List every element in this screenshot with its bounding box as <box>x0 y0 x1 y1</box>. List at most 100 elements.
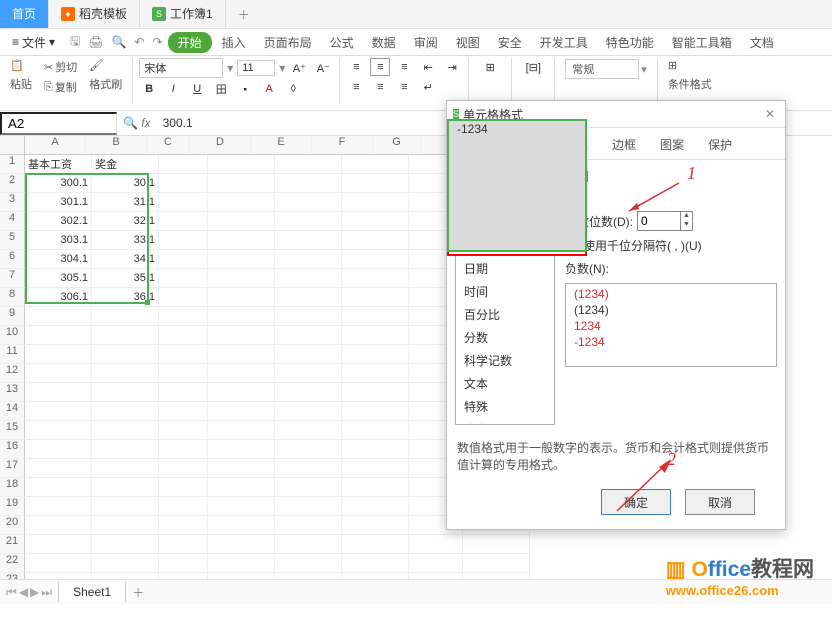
cell[interactable] <box>342 364 409 383</box>
cell[interactable] <box>342 231 409 250</box>
cell[interactable] <box>25 307 92 326</box>
cell[interactable] <box>275 326 342 345</box>
cell[interactable] <box>92 440 159 459</box>
cell[interactable] <box>463 535 530 554</box>
border-button[interactable]: 田 <box>211 80 231 98</box>
cell[interactable] <box>275 383 342 402</box>
ok-button[interactable]: 确定 <box>601 489 671 515</box>
cell[interactable] <box>208 269 275 288</box>
cancel-button[interactable]: 取消 <box>685 489 755 515</box>
autowrap-button[interactable]: [⊟] <box>518 58 548 76</box>
cell[interactable] <box>275 269 342 288</box>
number-format-select[interactable]: 常规 <box>565 59 639 79</box>
new-sheet-button[interactable]: ＋ <box>126 582 150 603</box>
sheet-nav-first-icon[interactable]: ⏮ <box>6 585 17 600</box>
cell[interactable]: 304.1 <box>25 250 92 269</box>
cell[interactable] <box>208 535 275 554</box>
sheet-tab-1[interactable]: Sheet1 <box>58 582 126 602</box>
tab-templates[interactable]: ♦稻壳模板 <box>49 0 140 28</box>
cell[interactable] <box>275 459 342 478</box>
cell[interactable] <box>275 535 342 554</box>
cell[interactable] <box>208 497 275 516</box>
row-header[interactable]: 13 <box>0 383 25 402</box>
cell[interactable] <box>208 231 275 250</box>
cell[interactable] <box>159 402 208 421</box>
cell[interactable] <box>342 326 409 345</box>
row-header[interactable]: 22 <box>0 554 25 573</box>
cell[interactable] <box>159 326 208 345</box>
menu-dev[interactable]: 开发工具 <box>532 32 596 53</box>
cell[interactable] <box>275 440 342 459</box>
cell[interactable]: 306.1 <box>25 288 92 307</box>
col-header[interactable]: C <box>147 136 190 155</box>
cell[interactable] <box>342 440 409 459</box>
cell[interactable] <box>159 516 208 535</box>
cell[interactable] <box>92 478 159 497</box>
fill-color-button[interactable]: 🞍 <box>235 80 255 98</box>
cell[interactable] <box>25 554 92 573</box>
cell[interactable]: 基本工资 <box>25 155 92 174</box>
category-item[interactable]: 会计专用 <box>456 234 554 257</box>
underline-button[interactable]: U <box>187 80 207 98</box>
row-header[interactable]: 16 <box>0 440 25 459</box>
cell[interactable] <box>92 345 159 364</box>
cell[interactable] <box>92 383 159 402</box>
font-name-select[interactable]: 宋体 <box>139 58 223 78</box>
tab-workbook[interactable]: S工作簿1 <box>140 0 226 28</box>
thousand-sep-checkbox[interactable] <box>565 239 579 253</box>
cell[interactable] <box>342 174 409 193</box>
cell[interactable] <box>208 440 275 459</box>
menu-layout[interactable]: 页面布局 <box>256 32 320 53</box>
menu-formula[interactable]: 公式 <box>322 32 362 53</box>
preview-icon[interactable]: 🔍 <box>109 35 130 49</box>
category-item[interactable]: 日期 <box>456 257 554 280</box>
cell[interactable] <box>275 402 342 421</box>
row-header[interactable]: 21 <box>0 535 25 554</box>
cell[interactable] <box>342 155 409 174</box>
cell[interactable]: 303.1 <box>25 231 92 250</box>
negative-item[interactable]: (1234) <box>566 286 776 302</box>
cell[interactable] <box>275 212 342 231</box>
tab-home[interactable]: 首页 <box>0 0 49 28</box>
cell[interactable] <box>342 497 409 516</box>
category-item[interactable]: 常规 <box>456 188 554 211</box>
row-header[interactable]: 17 <box>0 459 25 478</box>
cell[interactable]: 301.1 <box>25 193 92 212</box>
cell[interactable] <box>275 288 342 307</box>
cell[interactable] <box>159 421 208 440</box>
row-header[interactable]: 9 <box>0 307 25 326</box>
tab-border[interactable]: 边框 <box>601 132 647 159</box>
category-item[interactable]: 货币 <box>456 211 554 234</box>
cell[interactable] <box>25 535 92 554</box>
cell[interactable] <box>342 402 409 421</box>
cell[interactable] <box>208 383 275 402</box>
increase-font-icon[interactable]: A⁺ <box>289 59 309 77</box>
row-header[interactable]: 19 <box>0 497 25 516</box>
cell[interactable] <box>159 497 208 516</box>
cell[interactable] <box>92 402 159 421</box>
menu-special[interactable]: 特色功能 <box>598 32 662 53</box>
cell[interactable] <box>275 497 342 516</box>
negative-list[interactable]: (1234)(1234)1234-1234-1234 <box>565 283 777 367</box>
tab-align[interactable]: 对齐 <box>505 132 551 159</box>
decimals-spinner[interactable]: ▲▼ <box>637 211 693 231</box>
cell[interactable] <box>25 364 92 383</box>
cell[interactable] <box>342 345 409 364</box>
phonetic-button[interactable]: ◊ <box>283 80 303 98</box>
row-header[interactable]: 18 <box>0 478 25 497</box>
col-header[interactable]: A <box>25 136 86 155</box>
cell[interactable] <box>159 345 208 364</box>
font-color-button[interactable]: A <box>259 80 279 98</box>
cell[interactable] <box>159 554 208 573</box>
cell[interactable] <box>342 288 409 307</box>
cell[interactable] <box>159 440 208 459</box>
spin-down-icon[interactable]: ▼ <box>681 221 692 230</box>
cell[interactable] <box>275 478 342 497</box>
wrap-icon[interactable]: ↵ <box>418 78 438 96</box>
spin-up-icon[interactable]: ▲ <box>681 212 692 221</box>
menu-review[interactable]: 审阅 <box>406 32 446 53</box>
col-header[interactable]: B <box>86 136 147 155</box>
tab-protect[interactable]: 保护 <box>697 132 743 159</box>
cell[interactable] <box>342 516 409 535</box>
cell[interactable] <box>275 516 342 535</box>
